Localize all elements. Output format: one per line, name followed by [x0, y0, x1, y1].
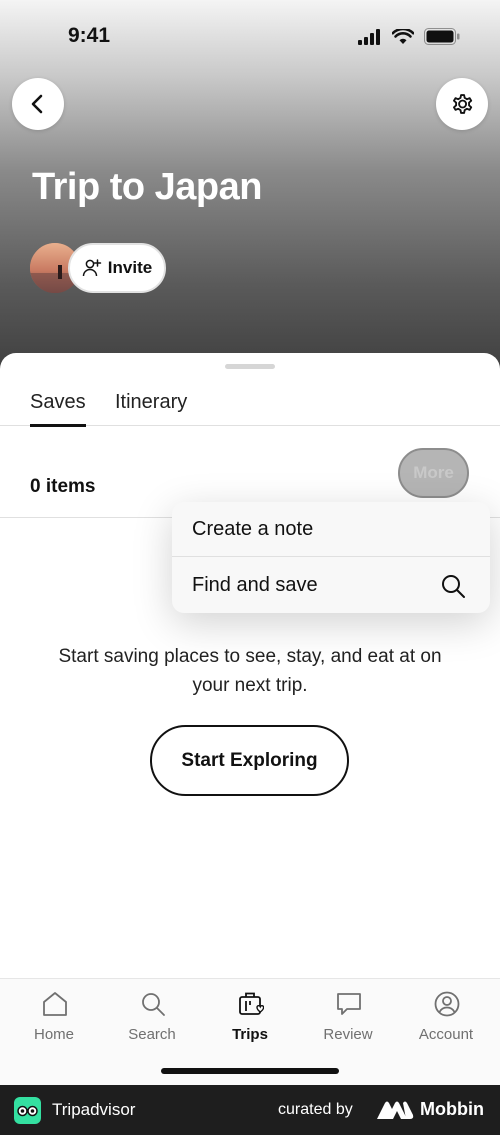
mobbin-logo-icon — [377, 1101, 414, 1119]
tab-itinerary[interactable]: Itinerary — [115, 391, 187, 426]
mobbin-brand: Mobbin — [420, 1099, 484, 1119]
search-icon — [442, 575, 465, 598]
items-count: 0 items — [30, 476, 96, 497]
invite-label: Invite — [107, 258, 153, 277]
start-exploring-button[interactable]: Start Exploring — [150, 725, 349, 796]
speech-bubble-icon — [337, 993, 361, 1015]
bottom-nav: Home Search Trips Review Account — [0, 978, 500, 1085]
menu-item-find-and-save[interactable]: Find and save — [172, 558, 490, 613]
menu-item-label: Create a note — [192, 518, 314, 540]
trip-title: Trip to Japan — [32, 166, 262, 208]
tab-saves[interactable]: Saves — [30, 391, 86, 427]
battery-icon — [424, 28, 460, 45]
nav-item-account[interactable]: Account — [396, 979, 496, 1059]
nav-label: Trips — [232, 1026, 268, 1043]
tripadvisor-brand: Tripadvisor — [52, 1100, 136, 1119]
menu-item-create-note[interactable]: Create a note — [172, 502, 490, 557]
nav-item-trips[interactable]: Trips — [200, 979, 300, 1059]
nav-item-search[interactable]: Search — [102, 979, 202, 1059]
account-icon — [434, 991, 460, 1017]
home-indicator — [161, 1068, 339, 1074]
status-time: 9:41 — [68, 24, 111, 47]
trip-header: 9:41 Trip to Japan Invite — [0, 0, 500, 380]
gear-icon — [453, 94, 473, 114]
status-icons — [358, 28, 460, 45]
signal-icon — [358, 28, 380, 45]
add-person-icon — [82, 259, 102, 277]
suitcase-heart-icon — [239, 992, 264, 1015]
chevron-left-icon — [31, 94, 43, 114]
settings-button[interactable] — [436, 78, 488, 130]
home-icon — [43, 992, 67, 1016]
invite-button[interactable]: Invite — [68, 243, 166, 293]
empty-state-message: Start saving places to see, stay, and ea… — [58, 646, 442, 696]
wifi-icon — [392, 28, 414, 44]
nav-label: Account — [418, 1026, 474, 1043]
nav-item-home[interactable]: Home — [4, 979, 104, 1059]
nav-label: Search — [128, 1026, 176, 1043]
more-button[interactable]: More — [398, 448, 469, 498]
menu-item-label: Find and save — [192, 574, 318, 596]
tab-bar: Saves Itinerary — [0, 391, 500, 427]
search-icon — [142, 993, 165, 1016]
nav-item-review[interactable]: Review — [298, 979, 398, 1059]
nav-label: Review — [323, 1026, 373, 1043]
curated-by-label: curated by — [278, 1101, 353, 1118]
more-popup-menu: Create a note Find and save — [172, 502, 490, 613]
tripadvisor-owl-icon — [14, 1097, 41, 1124]
back-button[interactable] — [12, 78, 64, 130]
attribution-footer: Tripadvisor curated by Mobbin — [0, 1085, 500, 1135]
sheet-grabber[interactable] — [225, 364, 275, 369]
status-bar: 9:41 — [0, 0, 500, 72]
owl-eyes-icon — [17, 1105, 38, 1116]
nav-label: Home — [33, 1026, 74, 1043]
